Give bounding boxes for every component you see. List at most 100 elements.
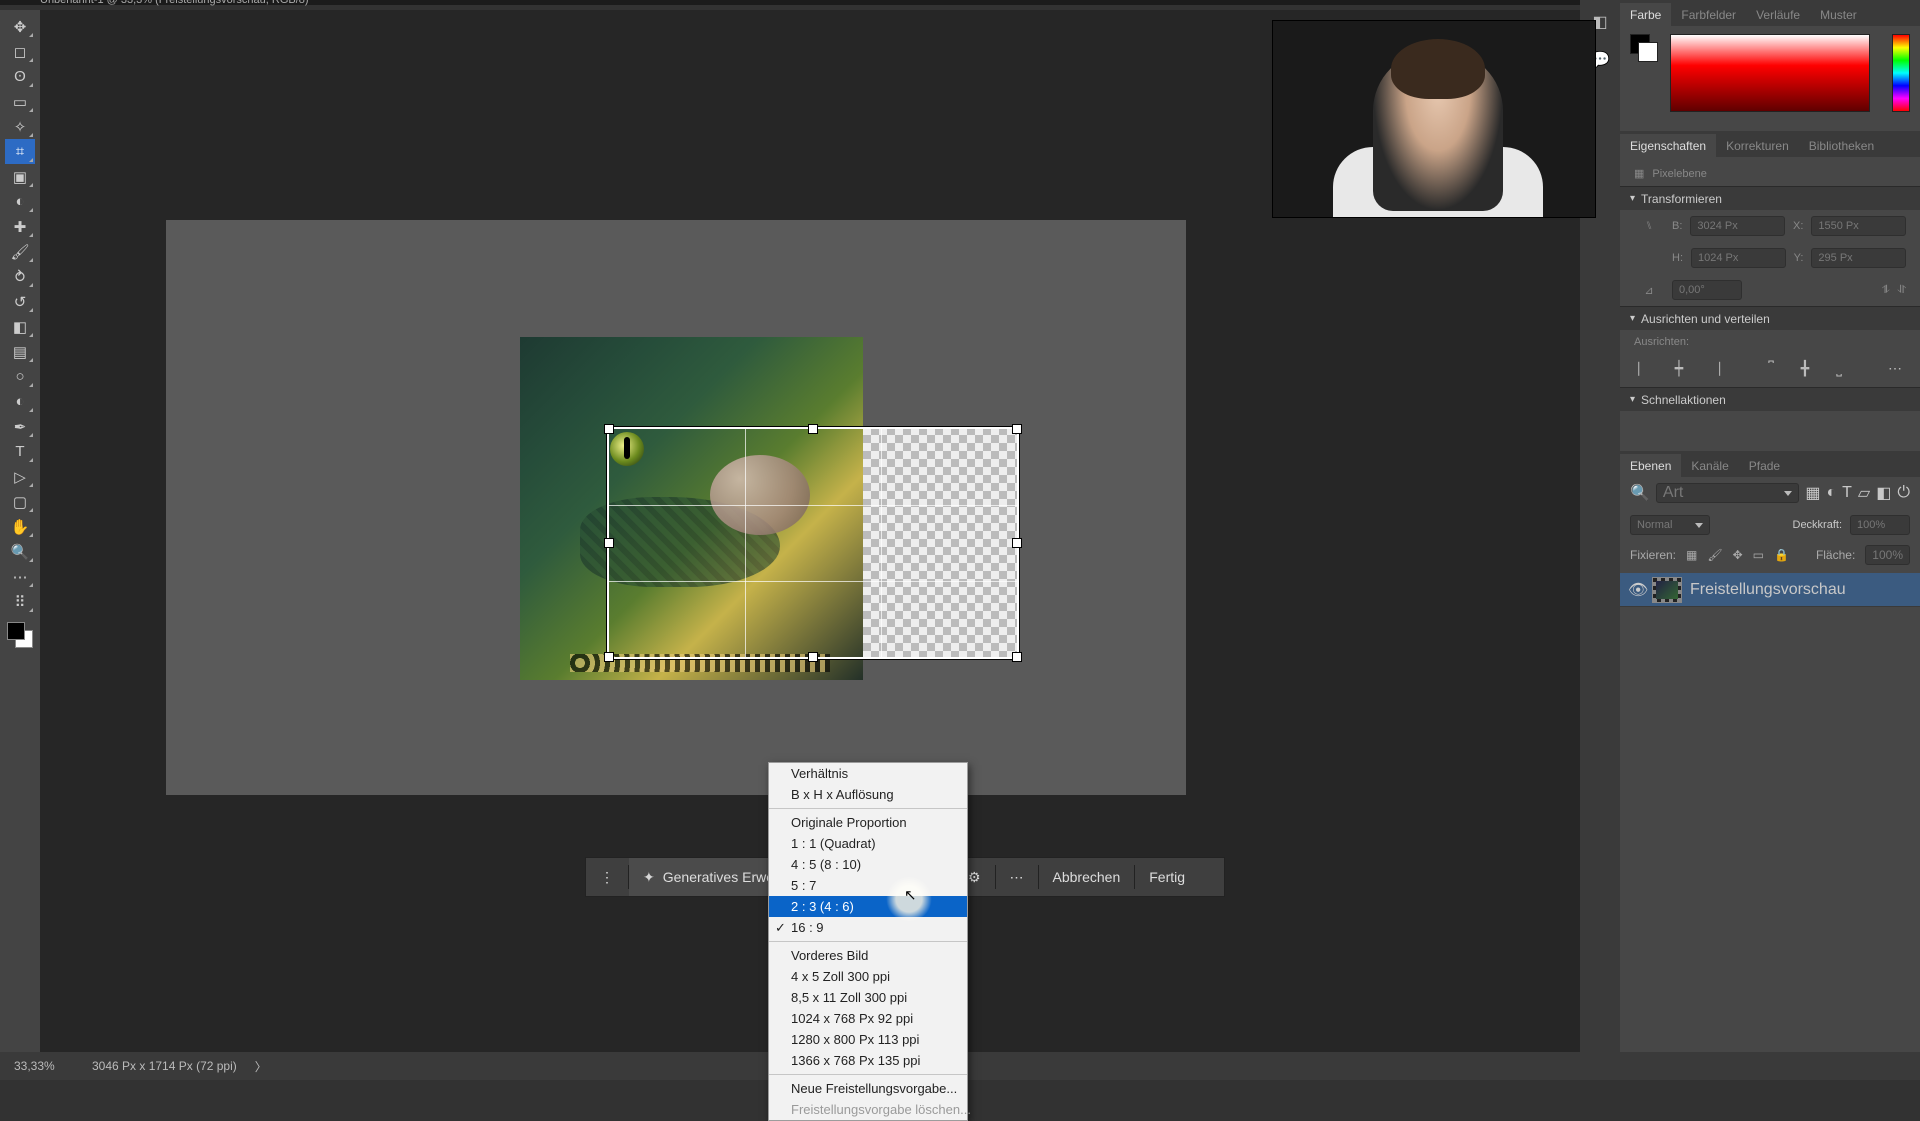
type-tool[interactable]: T [5, 439, 35, 464]
visibility-toggle-icon[interactable]: 👁 [1628, 580, 1644, 600]
tab-pfade[interactable]: Pfade [1739, 454, 1790, 477]
layer-filter-field[interactable]: Art [1656, 483, 1799, 503]
tab-ebenen[interactable]: Ebenen [1620, 454, 1681, 477]
menu-item[interactable]: B x H x Auflösung [769, 784, 967, 805]
hue-slider[interactable] [1892, 34, 1910, 112]
height-field[interactable]: 1024 Px [1691, 248, 1786, 268]
marquee-tool[interactable]: ◻ [5, 39, 35, 64]
menu-item[interactable]: 5 : 7 [769, 875, 967, 896]
eyedropper-tool[interactable]: ◐ [5, 189, 35, 214]
done-button[interactable]: Fertig [1135, 858, 1199, 896]
tab-farbe[interactable]: Farbe [1620, 3, 1671, 26]
menu-item[interactable]: 4 : 5 (8 : 10) [769, 854, 967, 875]
edit-toolbar-tool[interactable]: ⠿ [5, 589, 35, 614]
quickactions-section-header[interactable]: ▾Schnellaktionen [1620, 387, 1920, 411]
tab-korrekturen[interactable]: Korrekturen [1716, 134, 1799, 157]
menu-item[interactable]: 1024 x 768 Px 92 ppi [769, 1008, 967, 1029]
opacity-field[interactable]: 100% [1850, 515, 1910, 535]
stamp-tool[interactable]: ⥁ [5, 264, 35, 289]
filter-type-icon[interactable]: T [1842, 484, 1852, 502]
y-field[interactable]: 295 Px [1811, 248, 1906, 268]
taskbar-drag-handle[interactable]: ⋮ [586, 858, 628, 896]
gradient-tool[interactable]: ▤ [5, 339, 35, 364]
healing-tool[interactable]: ✚ [5, 214, 35, 239]
history-brush-tool[interactable]: ↺ [5, 289, 35, 314]
crop-frame[interactable] [607, 427, 1019, 659]
align-more-icon[interactable]: ⋯ [1884, 360, 1906, 377]
menu-item[interactable]: 4 x 5 Zoll 300 ppi [769, 966, 967, 987]
flip-h-icon[interactable]: ⥮ [1882, 284, 1890, 297]
blur-tool[interactable]: ○ [5, 364, 35, 389]
align-section-header[interactable]: ▾Ausrichten und verteilen [1620, 306, 1920, 330]
layer-row[interactable]: 👁 Freistellungsvorschau [1620, 573, 1920, 607]
tab-verläufe[interactable]: Verläufe [1746, 3, 1810, 26]
menu-item[interactable]: Neue Freistellungsvorgabe... [769, 1078, 967, 1099]
align-bottom-icon[interactable]: ⎵ [1828, 360, 1850, 377]
fill-field[interactable]: 100% [1865, 545, 1910, 565]
align-right-icon[interactable]: ⎹ [1702, 360, 1724, 377]
path-select-tool[interactable]: ▷ [5, 464, 35, 489]
menu-item[interactable]: 1 : 1 (Quadrat) [769, 833, 967, 854]
flip-v-icon[interactable]: ⥯ [1898, 284, 1906, 297]
menu-item[interactable]: 16 : 9 [769, 917, 967, 938]
zoom-tool[interactable]: 🔍 [5, 539, 35, 564]
filter-shape-icon[interactable]: ▱ [1858, 483, 1870, 503]
rectangle-tool[interactable]: ▢ [5, 489, 35, 514]
zoom-level[interactable]: 33,33% [14, 1059, 74, 1073]
filter-smart-icon[interactable]: ◧ [1876, 483, 1891, 503]
tab-farbfelder[interactable]: Farbfelder [1671, 3, 1746, 26]
menu-item[interactable]: Originale Proportion [769, 812, 967, 833]
menu-item[interactable]: 8,5 x 11 Zoll 300 ppi [769, 987, 967, 1008]
crop-tool[interactable]: ⌗ [5, 139, 35, 164]
color-panel-tabs: FarbeFarbfelderVerläufeMuster [1620, 0, 1920, 26]
brush-tool[interactable]: 🖌 [5, 239, 35, 264]
angle-field[interactable]: 0,00° [1672, 280, 1742, 300]
align-top-icon[interactable]: ⎴ [1760, 360, 1782, 377]
layer-name-label[interactable]: Freistellungsvorschau [1690, 581, 1846, 599]
filter-pixel-icon[interactable]: ▦ [1805, 483, 1820, 503]
dodge-tool[interactable]: ◐ [5, 389, 35, 414]
tab-muster[interactable]: Muster [1810, 3, 1867, 26]
wand-tool[interactable]: ✧ [5, 114, 35, 139]
x-field[interactable]: 1550 Px [1811, 216, 1906, 236]
width-field[interactable]: 3024 Px [1690, 216, 1785, 236]
lock-pos-icon[interactable]: ✥ [1733, 548, 1743, 562]
blend-mode-select[interactable]: Normal [1630, 515, 1710, 535]
fg-bg-swatch[interactable] [1630, 34, 1658, 62]
menu-item[interactable]: Verhältnis [769, 763, 967, 784]
lock-all-icon[interactable]: 🔒 [1774, 548, 1789, 562]
eraser-tool[interactable]: ◧ [5, 314, 35, 339]
lock-paint-icon[interactable]: 🖌 [1707, 548, 1722, 562]
filter-toggle-icon[interactable]: ⏻ [1897, 484, 1910, 502]
object-select-tool[interactable]: ▭ [5, 89, 35, 114]
lock-trans-icon[interactable]: ▦ [1686, 548, 1697, 562]
tab-kanäle[interactable]: Kanäle [1681, 454, 1738, 477]
move-tool[interactable]: ✥ [5, 14, 35, 39]
tab-bibliotheken[interactable]: Bibliotheken [1799, 134, 1884, 157]
tab-eigenschaften[interactable]: Eigenschaften [1620, 134, 1716, 157]
more-button[interactable]: ⋯ [996, 858, 1038, 896]
align-left-icon[interactable]: ⎸ [1634, 360, 1656, 377]
hand-tool[interactable]: ✋ [5, 514, 35, 539]
document-tab[interactable]: Unbenannt-1 @ 33,3% (Freistellungsvorsch… [40, 0, 309, 5]
menu-item[interactable]: 1366 x 768 Px 135 ppi [769, 1050, 967, 1071]
filter-adjust-icon[interactable]: ◐ [1826, 484, 1836, 502]
pen-tool[interactable]: ✒ [5, 414, 35, 439]
more-tool[interactable]: ⋯ [5, 564, 35, 589]
link-wh-icon[interactable]: ⑊ [1634, 220, 1664, 232]
align-hcenter-icon[interactable]: ┿ [1668, 360, 1690, 377]
cancel-button[interactable]: Abbrechen [1039, 858, 1135, 896]
menu-item[interactable]: Vorderes Bild [769, 945, 967, 966]
lock-nest-icon[interactable]: ▭ [1753, 548, 1764, 562]
doc-info-chevron-icon[interactable]: 〉 [255, 1058, 267, 1075]
menu-item[interactable]: 1280 x 800 Px 113 ppi [769, 1029, 967, 1050]
transform-section-header[interactable]: ▾Transformieren [1620, 186, 1920, 210]
menu-item[interactable]: 2 : 3 (4 : 6) [769, 896, 967, 917]
frame-tool[interactable]: ▣ [5, 164, 35, 189]
lasso-tool[interactable]: ʘ [5, 64, 35, 89]
align-vcenter-icon[interactable]: ╋ [1794, 360, 1816, 377]
color-picker-ramp[interactable] [1670, 34, 1870, 112]
layer-thumbnail[interactable] [1652, 577, 1682, 603]
fg-bg-swatches[interactable] [5, 620, 35, 650]
lock-label: Fixieren: [1630, 548, 1676, 562]
